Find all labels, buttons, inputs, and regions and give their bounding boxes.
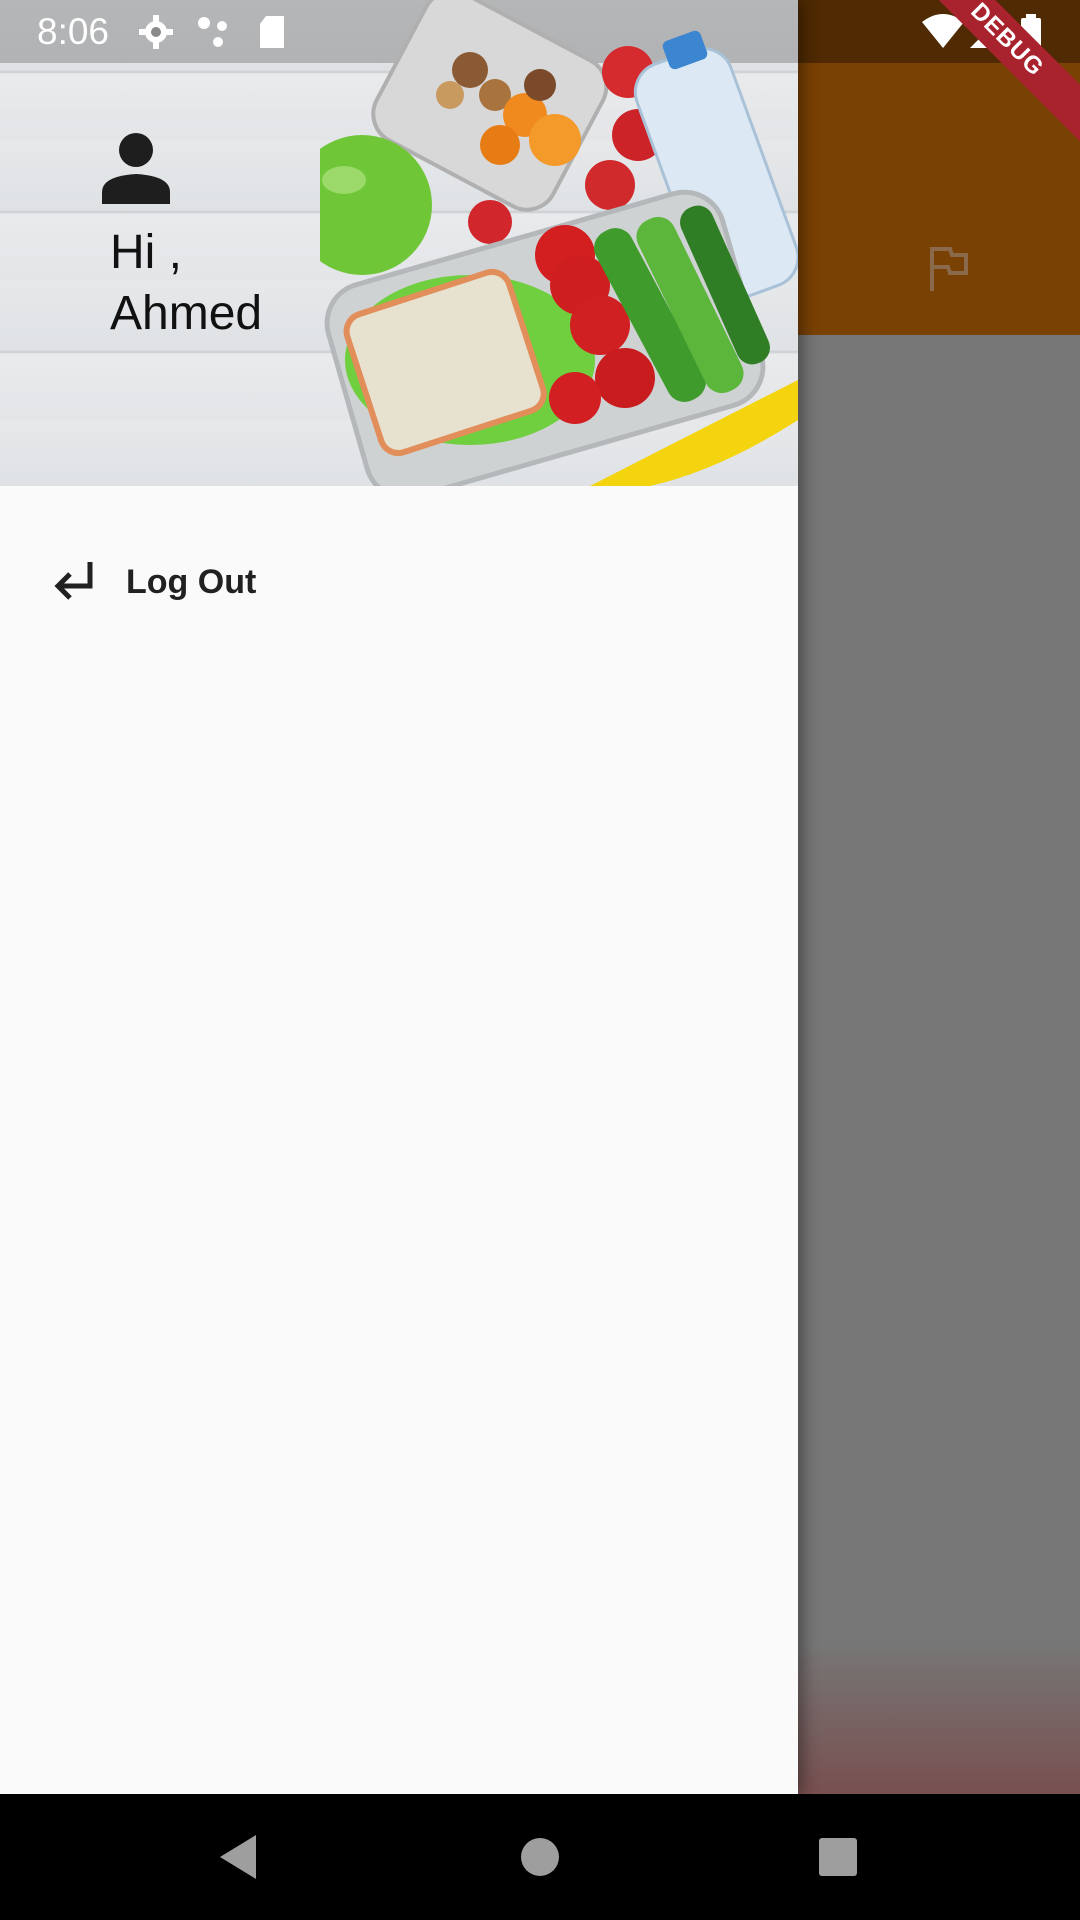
status-time: 8:06	[37, 11, 110, 52]
dots-icon	[198, 17, 227, 47]
drawer-header: Hi , Ahmed	[0, 0, 798, 486]
home-icon[interactable]	[510, 1827, 570, 1887]
logout-menu-item[interactable]: Log Out	[0, 542, 798, 622]
status-bar: 8:06	[0, 0, 1080, 63]
return-arrow-icon	[54, 562, 93, 600]
navigation-drawer: Hi , Ahmed Log Out	[0, 0, 798, 1794]
person-icon	[102, 133, 170, 204]
sd-card-icon	[260, 16, 284, 48]
settings-icon	[139, 15, 173, 49]
recents-icon[interactable]	[808, 1827, 868, 1887]
greeting-text: Hi , Ahmed	[110, 226, 263, 340]
back-icon[interactable]	[208, 1827, 268, 1887]
flag-icon[interactable]	[918, 238, 978, 298]
bottom-fade	[798, 1640, 1080, 1794]
logout-label: Log Out	[126, 563, 257, 601]
navigation-bar	[0, 1794, 1080, 1920]
